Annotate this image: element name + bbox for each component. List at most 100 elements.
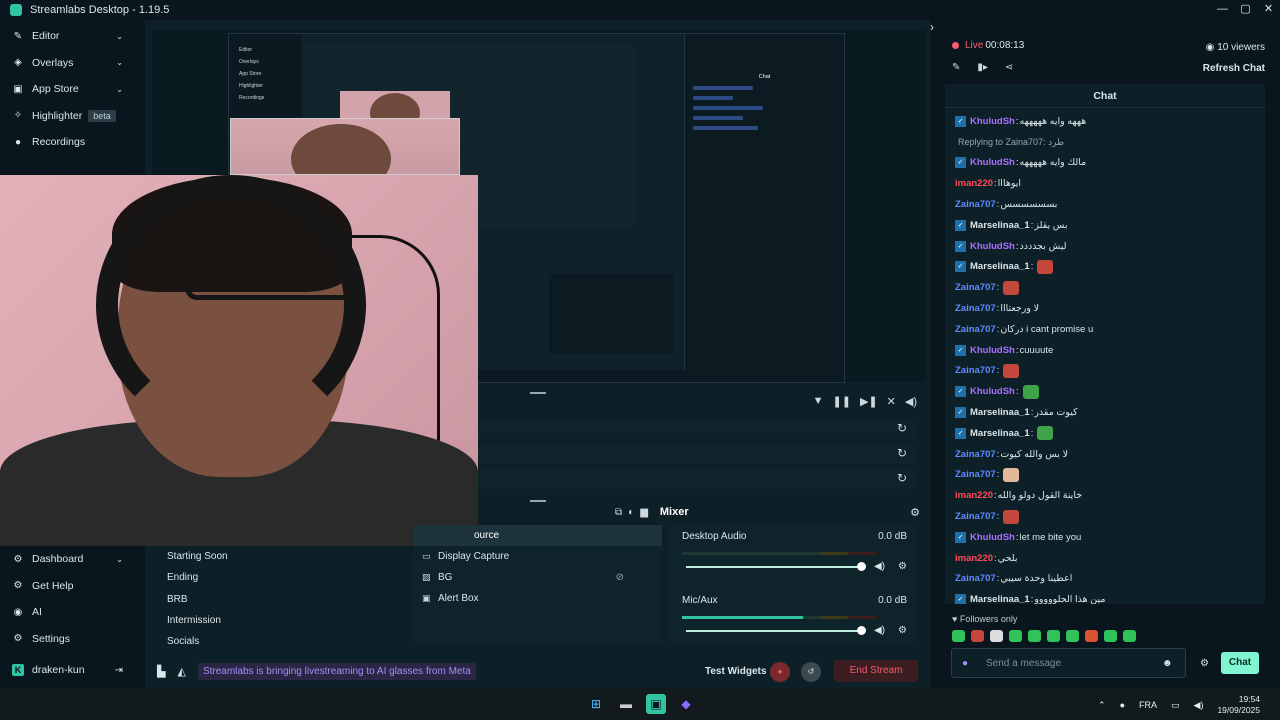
chat-username[interactable]: Zaina707 [955,469,996,480]
chat-username[interactable]: Zaina707 [955,282,996,293]
gear-icon[interactable]: ⚙ [898,561,907,572]
share-icon[interactable]: ⋖ [1005,62,1013,73]
windows-start-icon[interactable]: ⊞ [586,694,606,714]
hidden-eye-icon[interactable]: ⊘ [616,572,624,583]
sidebar-item-settings[interactable]: ⚙ Settings [0,626,135,653]
end-stream-button[interactable]: End Stream [834,660,918,682]
sidebar-item-highlighter[interactable]: ✧ Highlighter beta [0,103,135,130]
chat-message[interactable]: Zaina707: [955,277,1255,298]
chat-username[interactable]: KhuludSh [970,241,1015,252]
refresh-chat-button[interactable]: Refresh Chat [1203,63,1265,74]
chevron-up-icon[interactable]: ⌃ [1098,700,1106,711]
chat-username[interactable]: KhuludSh [970,345,1015,356]
chat-username[interactable]: Zaina707 [955,511,996,522]
chevron-down-icon[interactable]: ⌄ [116,555,123,564]
emote-icon[interactable] [1047,630,1060,642]
chat-message[interactable]: Zaina707: لا ورجعتااا [955,298,1255,319]
chat-message[interactable]: iman220: بلحي [955,548,1255,569]
chat-username[interactable]: Zaina707 [955,365,996,376]
chat-message[interactable]: iman220: خاينة القول دولو والله [955,485,1255,506]
edit-stream-icon[interactable]: ✎ [952,62,960,73]
volume-slider[interactable] [686,562,866,571]
language-indicator[interactable]: FRA [1139,700,1157,710]
source-item[interactable]: ▭ Display Capture [414,546,662,567]
streamlabs-taskbar-icon[interactable]: ▣ [646,694,666,714]
source-row[interactable]: ↻ [478,444,915,464]
skip-icon[interactable]: ▶❚ [860,395,878,408]
collapse-chevron-icon[interactable]: › [930,20,940,34]
sidebar-item-ai[interactable]: ◉ AI [0,599,135,626]
resize-handle[interactable] [530,500,546,502]
scene-item[interactable]: BRB [158,589,398,610]
chat-send-button[interactable]: Chat [1221,652,1259,674]
sidebar-item-dashboard[interactable]: ⚙ Dashboard ⌄ [0,546,135,573]
volume-slider[interactable] [686,626,866,635]
source-group-icon[interactable]: ◐ [628,507,634,518]
volume-icon[interactable]: ◀) [874,625,885,636]
chevron-down-icon[interactable]: ⌄ [116,85,123,94]
slider-knob[interactable] [857,562,866,571]
chat-username[interactable]: Marselinaa_1 [970,220,1030,231]
chat-message[interactable]: Zaina707: بسسسسسس [955,194,1255,215]
chat-message[interactable]: ✓ KhuludSh: ليش بجدددد [955,236,1255,257]
emote-icon[interactable] [1009,630,1022,642]
source-row[interactable]: ↻ [478,469,915,489]
chat-message[interactable]: ✓ Marselinaa_1: كيوت مقدر [955,402,1255,423]
chat-message[interactable]: ✓ KhuludSh: هههه وايه هههههه [955,111,1255,132]
chat-username[interactable]: Zaina707 [955,199,996,210]
chat-message[interactable]: ✓ Marselinaa_1: بس يقلز [955,215,1255,236]
source-row[interactable]: ↻ [478,419,915,439]
network-icon[interactable]: ▭ [1171,700,1180,711]
speaker-icon[interactable]: ◀) [1194,700,1204,711]
scene-item[interactable]: Socials [158,631,398,652]
chat-username[interactable]: Marselinaa_1 [970,407,1030,418]
slider-knob[interactable] [857,626,866,635]
emote-icon[interactable] [1028,630,1041,642]
source-item[interactable]: ▣ Alert Box [414,588,662,609]
chat-message[interactable]: ✓ KhuludSh: [955,381,1255,402]
maximize-button[interactable]: ▢ [1234,0,1257,20]
resize-handle[interactable] [530,392,546,394]
refresh-icon[interactable]: ↻ [897,446,907,460]
volume-icon[interactable]: ◀) [874,561,885,572]
chat-username[interactable]: Zaina707 [955,449,996,460]
clock[interactable]: 19:54 19/09/2025 [1217,694,1260,716]
chat-username[interactable]: Zaina707 [955,573,996,584]
app-taskbar-icon[interactable]: ◆ [676,694,696,714]
gear-icon[interactable]: ⚙ [898,625,907,636]
announcement-icon[interactable]: ◭ [177,665,185,678]
chat-input[interactable] [986,657,1156,669]
scene-collection-icon[interactable]: ⧉ [615,507,622,518]
emote-icon[interactable] [1066,630,1079,642]
emote-icon[interactable] [1085,630,1098,642]
news-banner[interactable]: Streamlabs is bringing livestreaming to … [197,662,476,680]
chevron-down-icon[interactable]: ⌄ [116,32,123,41]
chat-message[interactable]: Zaina707: [955,506,1255,527]
filter-icon[interactable]: ▼ [813,395,824,408]
chat-username[interactable]: KhuludSh [970,532,1015,543]
pause-icon[interactable]: ❚❚ [833,395,851,408]
chat-message[interactable]: Zaina707: دركان i cant promise u [955,319,1255,340]
gear-icon[interactable]: ⚙ [910,506,920,519]
chat-message[interactable]: ✓ Marselinaa_1: مين هذا الحلووووو [955,589,1255,604]
emote-icon[interactable] [1123,630,1136,642]
chat-message[interactable]: ✓ KhuludSh: let me bite you [955,527,1255,548]
scene-item[interactable]: Intermission [158,610,398,631]
chat-message[interactable]: ✓ KhuludSh: cuuuute [955,340,1255,361]
refresh-icon[interactable]: ↻ [897,421,907,435]
chat-username[interactable]: Zaina707 [955,303,996,314]
minimize-button[interactable]: — [1211,0,1234,20]
chat-message[interactable]: Zaina707: لا بس والله كيوت [955,444,1255,465]
sidebar-item-overlays[interactable]: ◈ Overlays ⌄ [0,50,135,77]
chat-username[interactable]: Marselinaa_1 [970,594,1030,604]
chat-username[interactable]: KhuludSh [970,116,1015,127]
volume-icon[interactable]: ◀) [905,395,917,408]
stats-icon[interactable]: ▙ [157,665,165,678]
gear-icon[interactable]: ⚙ [1200,658,1209,669]
logout-icon[interactable]: ⇥ [115,665,123,676]
refresh-icon[interactable]: ↻ [897,471,907,485]
chevron-down-icon[interactable]: ⌄ [116,58,123,67]
microphone-icon[interactable]: ● [962,658,978,669]
emote-icon[interactable] [1104,630,1117,642]
chat-username[interactable]: Marselinaa_1 [970,428,1030,439]
